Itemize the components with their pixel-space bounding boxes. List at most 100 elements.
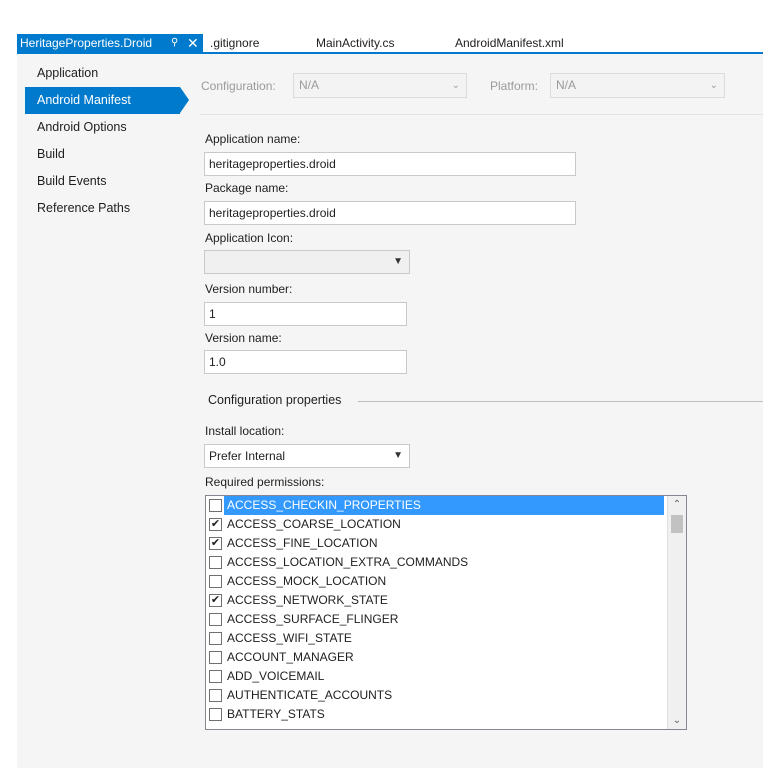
configuration-properties-title: Configuration properties — [208, 393, 342, 407]
platform-select[interactable]: N/A ⌄ — [550, 73, 725, 98]
sidebar-item-build[interactable]: Build — [17, 141, 187, 168]
properties-sidebar: Application Android Manifest Android Opt… — [17, 60, 189, 222]
chevron-down-icon: ▼ — [393, 256, 403, 267]
permission-label: ACCESS_SURFACE_FLINGER — [227, 612, 399, 626]
permission-checkbox[interactable] — [209, 689, 222, 702]
android-manifest-page: Configuration: N/A ⌄ Platform: N/A ⌄ App… — [200, 54, 763, 768]
permission-checkbox[interactable]: ✔ — [209, 518, 222, 531]
version-number-label: Version number: — [205, 282, 293, 296]
permission-checkbox[interactable] — [209, 632, 222, 645]
close-icon[interactable]: ✕ — [187, 34, 199, 52]
package-name-label: Package name: — [205, 181, 289, 195]
tab-label: MainActivity.cs — [316, 36, 395, 50]
permission-row[interactable]: ✔ ACCESS_NETWORK_STATE — [206, 591, 664, 610]
permission-checkbox[interactable] — [209, 499, 222, 512]
permission-row[interactable]: ACCESS_WIFI_STATE — [206, 629, 664, 648]
permission-checkbox[interactable] — [209, 670, 222, 683]
configuration-label: Configuration: — [201, 79, 276, 93]
required-permissions-label: Required permissions: — [205, 475, 325, 489]
permission-label: BATTERY_STATS — [227, 707, 325, 721]
permission-checkbox[interactable] — [209, 556, 222, 569]
permission-checkbox[interactable] — [209, 613, 222, 626]
sidebar-item-label: Build Events — [37, 174, 107, 188]
permission-row[interactable]: ACCESS_CHECKIN_PROPERTIES — [206, 496, 664, 515]
permission-rows: ACCESS_CHECKIN_PROPERTIES ✔ ACCESS_COARSE_… — [206, 496, 686, 724]
permission-row[interactable]: ACCOUNT_MANAGER — [206, 648, 664, 667]
version-name-input[interactable]: 1.0 — [204, 350, 407, 374]
permission-label: ACCESS_CHECKIN_PROPERTIES — [224, 496, 664, 515]
chevron-down-icon: ▼ — [393, 450, 403, 461]
application-icon-select[interactable]: ▼ — [204, 250, 410, 274]
divider — [200, 114, 763, 115]
configuration-value: N/A — [299, 78, 320, 92]
install-location-value: Prefer Internal — [209, 449, 286, 463]
version-name-value: 1.0 — [209, 355, 226, 369]
scroll-thumb[interactable] — [671, 515, 683, 533]
permission-label: ACCOUNT_MANAGER — [227, 650, 354, 664]
sidebar-item-reference-paths[interactable]: Reference Paths — [17, 195, 187, 222]
group-divider — [358, 401, 763, 402]
platform-value: N/A — [556, 78, 577, 92]
application-name-label: Application name: — [205, 132, 301, 146]
sidebar-item-application[interactable]: Application — [17, 60, 187, 87]
sidebar-item-label: Reference Paths — [37, 201, 131, 215]
sidebar-item-android-options[interactable]: Android Options — [17, 114, 187, 141]
tab-label: HeritageProperties.Droid — [20, 36, 153, 50]
sidebar-item-label: Android Manifest — [37, 93, 131, 107]
tab-androidmanifest[interactable]: AndroidManifest.xml — [455, 34, 564, 52]
tab-gitignore[interactable]: .gitignore — [210, 34, 259, 52]
permission-row[interactable]: ACCESS_SURFACE_FLINGER — [206, 610, 664, 629]
permission-label: ADD_VOICEMAIL — [227, 669, 325, 683]
install-location-label: Install location: — [205, 424, 285, 438]
permission-row[interactable]: ACCESS_MOCK_LOCATION — [206, 572, 664, 591]
package-name-input[interactable]: heritageproperties.droid — [204, 201, 576, 225]
version-name-label: Version name: — [205, 331, 282, 345]
sidebar-item-label: Application — [37, 66, 99, 80]
permission-label: ACCESS_MOCK_LOCATION — [227, 574, 387, 588]
permission-checkbox[interactable]: ✔ — [209, 594, 222, 607]
permission-label: ACCESS_NETWORK_STATE — [227, 593, 388, 607]
permission-checkbox[interactable] — [209, 651, 222, 664]
permission-label: ACCESS_FINE_LOCATION — [227, 536, 378, 550]
application-name-input[interactable]: heritageproperties.droid — [204, 152, 576, 176]
chevron-down-icon[interactable]: ⌄ — [668, 712, 686, 729]
project-properties-panel: Application Android Manifest Android Opt… — [17, 54, 763, 768]
sidebar-item-label: Android Options — [37, 120, 127, 134]
application-name-value: heritageproperties.droid — [209, 157, 336, 171]
configuration-select[interactable]: N/A ⌄ — [293, 73, 467, 98]
permission-checkbox[interactable] — [209, 708, 222, 721]
configuration-bar: Configuration: N/A ⌄ Platform: N/A ⌄ — [200, 73, 763, 101]
chevron-down-icon: ⌄ — [709, 80, 718, 91]
tab-label: AndroidManifest.xml — [455, 36, 564, 50]
sidebar-item-label: Build — [37, 147, 65, 161]
permission-row[interactable]: AUTHENTICATE_ACCOUNTS — [206, 686, 664, 705]
pin-icon[interactable]: ⚲ — [171, 34, 178, 52]
permission-label: ACCESS_COARSE_LOCATION — [227, 517, 401, 531]
tab-mainactivity[interactable]: MainActivity.cs — [316, 34, 394, 52]
permission-checkbox[interactable]: ✔ — [209, 537, 222, 550]
permission-row[interactable]: ✔ ACCESS_COARSE_LOCATION — [206, 515, 664, 534]
permission-row[interactable]: BATTERY_STATS — [206, 705, 664, 724]
version-number-input[interactable]: 1 — [204, 302, 407, 326]
permission-label: ACCESS_WIFI_STATE — [227, 631, 352, 645]
document-tab-strip: HeritageProperties.Droid ⚲ ✕ .gitignore … — [17, 34, 763, 54]
permission-row[interactable]: ACCESS_LOCATION_EXTRA_COMMANDS — [206, 553, 664, 572]
sidebar-item-android-manifest[interactable]: Android Manifest — [25, 87, 189, 114]
permission-row[interactable]: ✔ ACCESS_FINE_LOCATION — [206, 534, 664, 553]
platform-label: Platform: — [490, 79, 539, 93]
permission-row[interactable]: ADD_VOICEMAIL — [206, 667, 664, 686]
sidebar-item-build-events[interactable]: Build Events — [17, 168, 187, 195]
permissions-list[interactable]: ACCESS_CHECKIN_PROPERTIES ✔ ACCESS_COARSE_… — [205, 495, 687, 730]
chevron-up-icon[interactable]: ⌃ — [668, 496, 686, 513]
package-name-value: heritageproperties.droid — [209, 206, 336, 220]
application-icon-label: Application Icon: — [205, 231, 294, 245]
permission-label: ACCESS_LOCATION_EXTRA_COMMANDS — [227, 555, 469, 569]
permission-checkbox[interactable] — [209, 575, 222, 588]
chevron-down-icon: ⌄ — [451, 80, 460, 91]
scrollbar[interactable]: ⌃ ⌄ — [667, 496, 686, 729]
install-location-select[interactable]: Prefer Internal ▼ — [204, 444, 410, 468]
version-number-value: 1 — [209, 307, 216, 321]
permission-label: AUTHENTICATE_ACCOUNTS — [227, 688, 393, 702]
tab-label: .gitignore — [210, 36, 260, 50]
tab-heritageproperties-droid[interactable]: HeritageProperties.Droid ⚲ ✕ — [17, 34, 203, 52]
